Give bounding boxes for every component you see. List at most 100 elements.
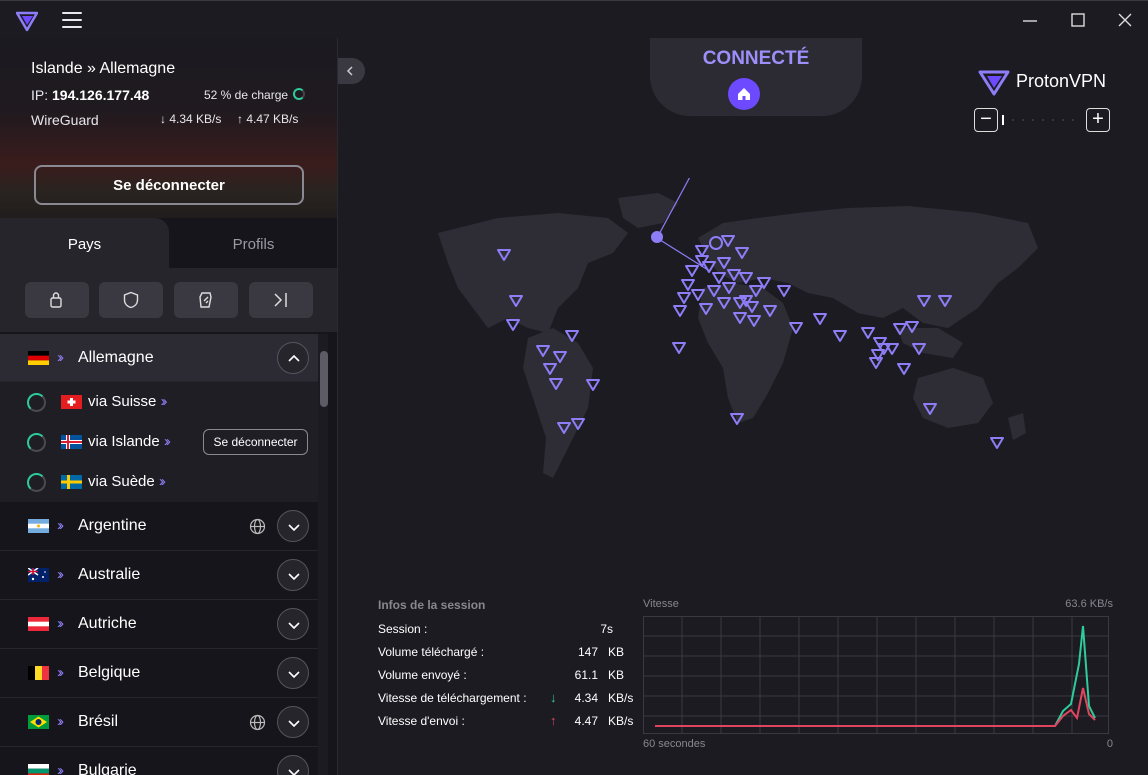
- chevron-down-icon: [288, 671, 300, 679]
- expand-button[interactable]: [277, 657, 309, 689]
- sidebar: Islande » Allemagne IP: 194.126.177.48 5…: [0, 38, 338, 775]
- country-name: Autriche: [78, 615, 137, 632]
- tab-countries[interactable]: Pays: [0, 218, 169, 268]
- country-list: ›› Allemagne via Suisse ›› via Islande ›…: [0, 334, 318, 775]
- netshield-filter-button[interactable]: [99, 282, 163, 318]
- server-name: via Suède ››: [88, 473, 166, 490]
- tab-profiles[interactable]: Profils: [169, 218, 337, 268]
- download-speed-value: 4.34 KB/s: [169, 112, 222, 126]
- entry-server-pin[interactable]: [651, 231, 663, 243]
- protonvpn-brand: ProtonVPN: [978, 68, 1118, 96]
- country-name: Belgique: [78, 664, 141, 681]
- zoom-slider[interactable]: [1002, 114, 1082, 126]
- belgium-flag-icon: [28, 666, 49, 680]
- session-value: 61.1: [574, 668, 598, 682]
- upload-arrow-icon: ↑: [550, 713, 557, 728]
- chevron-down-icon: [288, 573, 300, 581]
- expand-button[interactable]: [277, 706, 309, 738]
- shield-icon: [123, 291, 139, 309]
- session-label: Volume envoyé :: [378, 668, 467, 682]
- expand-button[interactable]: [277, 559, 309, 591]
- country-row-brazil[interactable]: ›› Brésil: [0, 698, 318, 747]
- protocol-label: WireGuard: [31, 112, 99, 128]
- germany-flag-icon: [28, 351, 49, 365]
- graph-max-label: 63.6 KB/s: [1065, 598, 1113, 610]
- zoom-in-button[interactable]: +: [1086, 108, 1110, 132]
- expand-button[interactable]: [277, 510, 309, 542]
- bulgaria-flag-icon: [28, 764, 49, 775]
- home-location-pin[interactable]: [728, 78, 760, 110]
- collapse-sidebar-button[interactable]: [338, 58, 365, 84]
- world-map[interactable]: [378, 178, 1078, 518]
- session-unit: KB/s: [608, 714, 634, 728]
- session-row: Volume envoyé : 61.1 KB: [378, 668, 638, 691]
- session-row: Vitesse de téléchargement : ↓ 4.34 KB/s: [378, 690, 638, 714]
- menu-icon[interactable]: [62, 12, 82, 28]
- brand-name: ProtonVPN: [1016, 71, 1107, 91]
- tor-icon: [274, 293, 287, 307]
- protonvpn-logo-icon: [978, 70, 1010, 96]
- chevron-right-icon: ››: [163, 433, 171, 450]
- session-row: Vitesse d'envoi : ↑ 4.47 KB/s: [378, 713, 638, 737]
- connection-route: Islande » Allemagne: [31, 60, 176, 77]
- collapse-button[interactable]: [277, 342, 309, 374]
- country-row-germany[interactable]: ›› Allemagne: [0, 334, 318, 382]
- speed-graph: Vitesse 63.6 KB/s 60 secondes 0: [643, 598, 1113, 758]
- country-row-argentina[interactable]: ›› Argentine: [0, 502, 318, 551]
- expand-button[interactable]: [277, 755, 309, 775]
- chevron-down-icon: [288, 622, 300, 630]
- tabs: Pays Profils: [0, 218, 337, 268]
- minimize-icon[interactable]: [1018, 8, 1042, 32]
- server-name-text: via Suisse: [88, 393, 157, 410]
- chevron-right-icon: ››: [57, 566, 64, 583]
- globe-icon: [249, 518, 266, 535]
- australia-flag-icon: [28, 568, 49, 582]
- chevron-right-icon: ››: [160, 393, 168, 410]
- speed-graph-plot: [643, 616, 1109, 734]
- country-row-belgium[interactable]: ›› Belgique: [0, 649, 318, 698]
- tor-filter-button[interactable]: [249, 282, 313, 318]
- country-row-bulgaria[interactable]: ›› Bulgarie: [0, 747, 318, 775]
- disconnect-button[interactable]: Se déconnecter: [34, 165, 304, 205]
- scrollbar-thumb[interactable]: [320, 351, 328, 407]
- chevron-right-icon: ››: [57, 517, 64, 534]
- server-load: 52 % de charge: [204, 88, 289, 102]
- maximize-icon[interactable]: [1066, 8, 1090, 32]
- session-label: Vitesse de téléchargement :: [378, 691, 527, 705]
- upload-speed: ↑ 4.47 KB/s: [237, 112, 299, 126]
- server-row[interactable]: via Suède ››: [0, 462, 318, 502]
- sweden-flag-icon: [61, 475, 82, 489]
- session-row: Volume téléchargé : 147 KB: [378, 645, 638, 668]
- session-value: 4.47: [574, 714, 598, 728]
- session-label: Vitesse d'envoi :: [378, 714, 465, 728]
- close-icon[interactable]: [1113, 8, 1137, 32]
- chevron-left-icon: [346, 66, 353, 76]
- country-name: Allemagne: [78, 349, 154, 366]
- chevron-right-icon: ››: [158, 473, 166, 490]
- download-speed: ↓ 4.34 KB/s: [160, 112, 222, 126]
- upload-speed-value: 4.47 KB/s: [246, 112, 299, 126]
- session-title: Infos de la session: [378, 598, 486, 612]
- country-row-australia[interactable]: ›› Australie: [0, 551, 318, 600]
- server-row[interactable]: via Suisse ››: [0, 382, 318, 422]
- country-name: Bulgarie: [78, 762, 137, 775]
- ip-address: IP: 194.126.177.48: [31, 87, 149, 103]
- zoom-out-button[interactable]: −: [974, 108, 998, 132]
- session-unit: KB: [608, 668, 625, 682]
- session-unit: KB/s: [608, 691, 634, 705]
- server-load-icon: [27, 393, 46, 412]
- graph-title: Vitesse: [643, 598, 679, 610]
- title-bar: [0, 0, 1148, 38]
- p2p-filter-button[interactable]: [174, 282, 238, 318]
- server-disconnect-button[interactable]: Se déconnecter: [203, 429, 308, 455]
- chevron-down-icon: [288, 769, 300, 775]
- country-row-austria[interactable]: ›› Autriche: [0, 600, 318, 649]
- iceland-flag-icon: [61, 435, 82, 449]
- session-value: 147: [577, 645, 598, 659]
- secure-core-filter-button[interactable]: [25, 282, 89, 318]
- server-row[interactable]: via Islande ›› Se déconnecter: [0, 422, 318, 462]
- chevron-right-icon: ››: [57, 713, 64, 730]
- map-zoom-control: − +: [974, 108, 1110, 132]
- graph-x-right-label: 0: [1106, 738, 1113, 750]
- expand-button[interactable]: [277, 608, 309, 640]
